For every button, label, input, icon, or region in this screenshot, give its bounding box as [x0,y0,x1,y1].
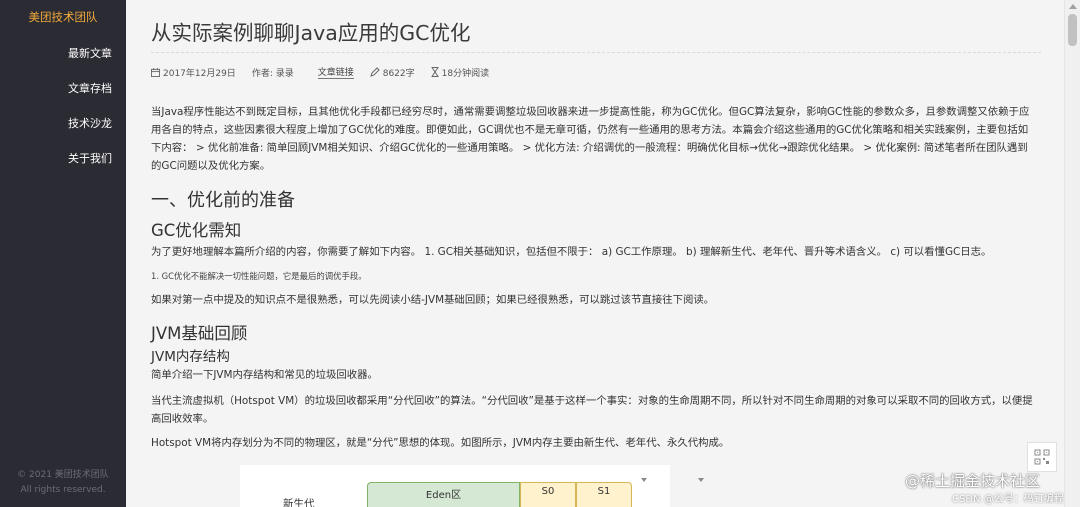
diagram-s1: S1 [576,482,632,507]
sidebar-item-about[interactable]: 关于我们 [68,141,112,176]
sidebar-item-latest[interactable]: 最新文章 [68,36,112,71]
article-pane: 从实际案例聊聊Java应用的GC优化 2017年12月29日 作者: 录录 文章… [126,0,1064,507]
article-meta: 2017年12月29日 作者: 录录 文章链接 8622字 18分钟阅读 [151,65,505,79]
meta-read-time: 18分钟阅读 [441,68,490,79]
subheading-gc-know: GC优化需知 [151,221,242,240]
scroll-up-arrow[interactable] [1069,4,1077,9]
subheading-jvm-review: JVM基础回顾 [151,324,248,343]
page-title: 从实际案例聊聊Java应用的GC优化 [151,21,471,45]
scrollbar[interactable] [1064,0,1080,507]
article-link[interactable]: 文章链接 [317,65,354,79]
paragraph-hotspot: 当代主流虚拟机（Hotspot VM）的垃圾回收都采用“分代回收”的算法。“分代… [151,395,1033,425]
subheading-jvm-memory: JVM内存结构 [151,349,230,365]
watermark-sub: CSDN @公号：码钉编程 [952,494,1064,505]
meta-date-wrap: 2017年12月29日 [151,66,236,79]
sidebar-item-archive[interactable]: 文章存档 [68,71,112,106]
meta-read-wrap: 18分钟阅读 [431,66,489,79]
diagram-s0: S0 [520,482,576,507]
meta-author: 作者: 录录 [251,68,294,79]
meta-words-wrap: 8622字 [369,66,415,79]
meta-date: 2017年12月29日 [163,68,236,79]
hourglass-icon [431,67,439,77]
copyright: © 2021 美团技术团队 All rights reserved. [0,468,126,498]
title-divider [151,52,1041,53]
sidebar-item-salon[interactable]: 技术沙龙 [68,106,112,141]
meta-word-count: 8622字 [382,68,415,79]
paragraph-skip: 如果对第一点中提及的知识点不是很熟悉，可以先阅读小结-JVM基础回顾；如果已经很… [151,294,715,306]
qr-code-icon [1034,449,1050,465]
paragraph-brief: 简单介绍一下JVM内存结构和常见的垃圾回收器。 [151,369,378,381]
scroll-thumb[interactable] [1068,14,1077,46]
intro-paragraph: 当Java程序性能达不到既定目标，且其他优化手段都已经穷尽时，通常需要调整垃圾回… [151,106,1030,172]
pencil-icon [369,67,380,77]
note-text: 1. GC优化不能解决一切性能问题，它是最后的调优手段。 [151,271,367,281]
section-heading-prepare: 一、优化前的准备 [151,190,295,211]
sidebar-nav: 最新文章 文章存档 技术沙龙 关于我们 [68,36,112,176]
copyright-line-2: All rights reserved. [20,485,106,495]
diagram-marker [698,478,704,482]
diagram-marker [641,478,647,482]
diagram-young-gen-label: 新生代 [283,498,315,507]
copyright-line-1: © 2021 美团技术团队 [17,470,109,480]
watermark: @稀土掘金技术社区 [905,472,1041,490]
qr-code-button[interactable] [1027,442,1057,472]
sidebar: 美团技术团队 最新文章 文章存档 技术沙龙 关于我们 © 2021 美团技术团队… [0,0,126,507]
paragraph-requirements: 为了更好地理解本篇所介绍的内容，你需要了解如下内容。 1. GC相关基础知识，包… [151,246,992,258]
calendar-icon [151,67,160,77]
brand-logo-text[interactable]: 美团技术团队 [0,9,126,25]
diagram-eden: Eden区 [367,482,520,507]
paragraph-areas: Hotspot VM将内存划分为不同的物理区，就是“分代”思想的体现。如图所示，… [151,437,730,449]
